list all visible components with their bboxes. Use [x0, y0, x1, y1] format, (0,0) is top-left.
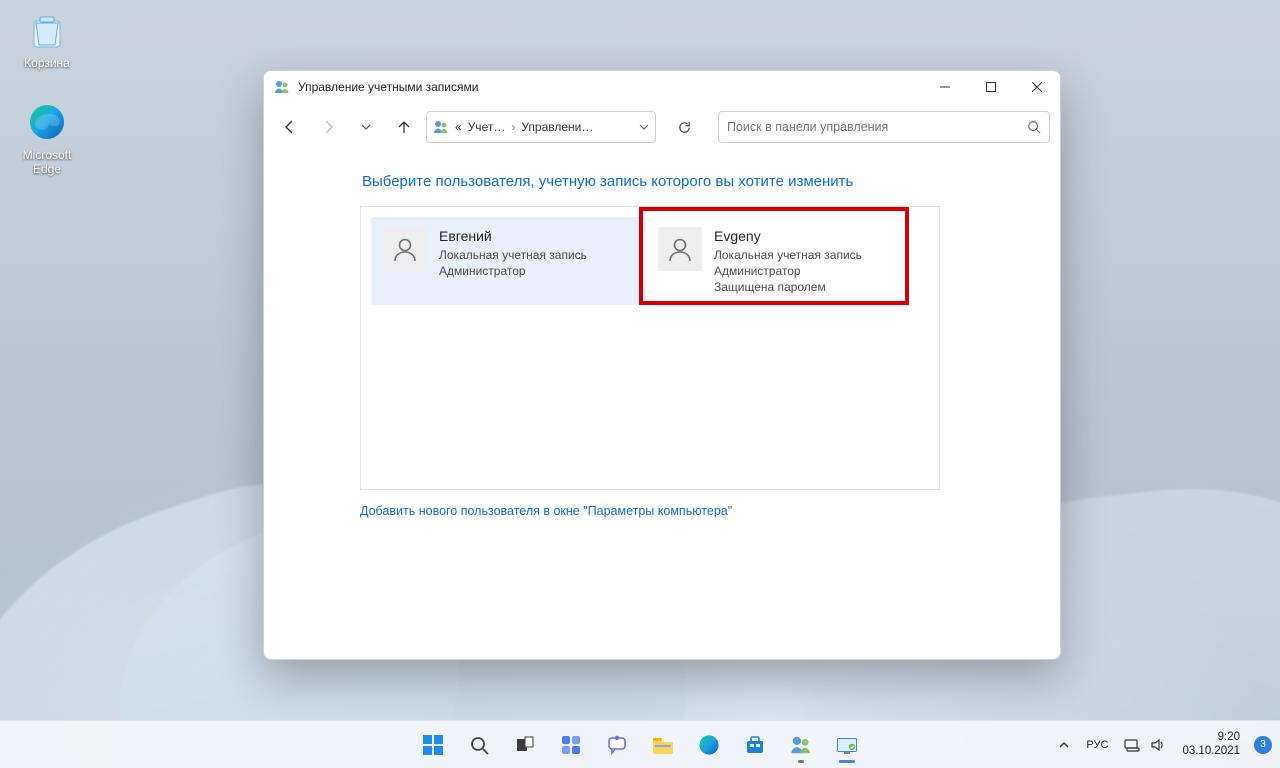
- store-button[interactable]: [735, 725, 775, 765]
- chevron-right-icon: ›: [511, 120, 515, 134]
- refresh-button[interactable]: [668, 111, 700, 143]
- page-heading: Выберите пользователя, учетную запись ко…: [362, 173, 1016, 190]
- breadcrumb-seg-2[interactable]: Управлени…: [521, 120, 593, 134]
- avatar-icon: [383, 227, 427, 271]
- user-tile[interactable]: Евгений Локальная учетная запись Админис…: [371, 217, 646, 305]
- user-role: Администратор: [439, 263, 587, 279]
- notification-badge[interactable]: 3: [1254, 736, 1272, 754]
- breadcrumb-chevron-back[interactable]: «: [455, 120, 462, 134]
- up-button[interactable]: [388, 111, 420, 143]
- desktop: Корзина Microsoft Edge: [0, 0, 1280, 768]
- window-title: Управление учетными записями: [298, 80, 922, 94]
- user-role: Администратор: [714, 263, 862, 279]
- taskbar-app-users[interactable]: [781, 725, 821, 765]
- taskbar-app-control-panel[interactable]: [827, 725, 867, 765]
- taskbar-center: [413, 725, 867, 765]
- breadcrumb-seg-1[interactable]: Учет…: [468, 120, 506, 134]
- maximize-button[interactable]: [968, 71, 1014, 103]
- tray-status-group[interactable]: [1118, 734, 1172, 756]
- search-icon[interactable]: [1027, 120, 1041, 134]
- control-panel-window: Управление учетными записями: [263, 70, 1061, 660]
- desktop-icon-label: Microsoft Edge: [8, 148, 86, 177]
- user-accounts-icon: [274, 79, 290, 95]
- user-name: Евгений: [439, 227, 587, 246]
- tray-overflow-button[interactable]: [1052, 735, 1076, 755]
- tray-clock[interactable]: 9:20 03.10.2021: [1180, 731, 1242, 757]
- user-type: Локальная учетная запись: [439, 247, 587, 263]
- add-user-link[interactable]: Добавить нового пользователя в окне "Пар…: [360, 504, 732, 518]
- task-view-button[interactable]: [505, 725, 545, 765]
- recent-dropdown-button[interactable]: [350, 111, 382, 143]
- address-dropdown-button[interactable]: [639, 122, 649, 132]
- search-bar[interactable]: [718, 111, 1050, 143]
- desktop-icon-edge[interactable]: Microsoft Edge: [8, 100, 86, 177]
- user-password-status: Защищена паролем: [714, 279, 862, 295]
- taskbar: РУС 9:20 03.10.2021 3: [0, 720, 1280, 768]
- user-type: Локальная учетная запись: [714, 247, 862, 263]
- recycle-bin-icon: [25, 8, 69, 52]
- user-list: Евгений Локальная учетная запись Админис…: [360, 206, 940, 490]
- breadcrumb-icon: [433, 119, 449, 135]
- user-name: Evgeny: [714, 227, 862, 246]
- edge-icon: [25, 100, 69, 144]
- desktop-icon-recycle-bin[interactable]: Корзина: [8, 8, 86, 70]
- volume-icon: [1150, 738, 1166, 752]
- tray-time: 9:20: [1218, 731, 1240, 744]
- content-area: Выберите пользователя, учетную запись ко…: [264, 151, 1060, 659]
- file-explorer-button[interactable]: [643, 725, 683, 765]
- avatar-icon: [658, 227, 702, 271]
- network-icon: [1124, 738, 1140, 752]
- back-button[interactable]: [274, 111, 306, 143]
- toolbar: « Учет… › Управлени…: [264, 103, 1060, 151]
- user-tile[interactable]: Evgeny Локальная учетная запись Админист…: [646, 217, 921, 305]
- tray-date: 03.10.2021: [1182, 745, 1240, 758]
- address-bar[interactable]: « Учет… › Управлени…: [426, 111, 656, 143]
- forward-button[interactable]: [312, 111, 344, 143]
- system-tray: РУС 9:20 03.10.2021 3: [1052, 731, 1272, 757]
- language-indicator[interactable]: РУС: [1084, 739, 1110, 751]
- chat-button[interactable]: [597, 725, 637, 765]
- widgets-button[interactable]: [551, 725, 591, 765]
- edge-taskbar-button[interactable]: [689, 725, 729, 765]
- titlebar[interactable]: Управление учетными записями: [264, 71, 1060, 103]
- taskbar-search-button[interactable]: [459, 725, 499, 765]
- search-input[interactable]: [727, 120, 1027, 134]
- window-controls: [922, 71, 1060, 103]
- minimize-button[interactable]: [922, 71, 968, 103]
- start-button[interactable]: [413, 725, 453, 765]
- close-button[interactable]: [1014, 71, 1060, 103]
- desktop-icon-label: Корзина: [24, 56, 70, 70]
